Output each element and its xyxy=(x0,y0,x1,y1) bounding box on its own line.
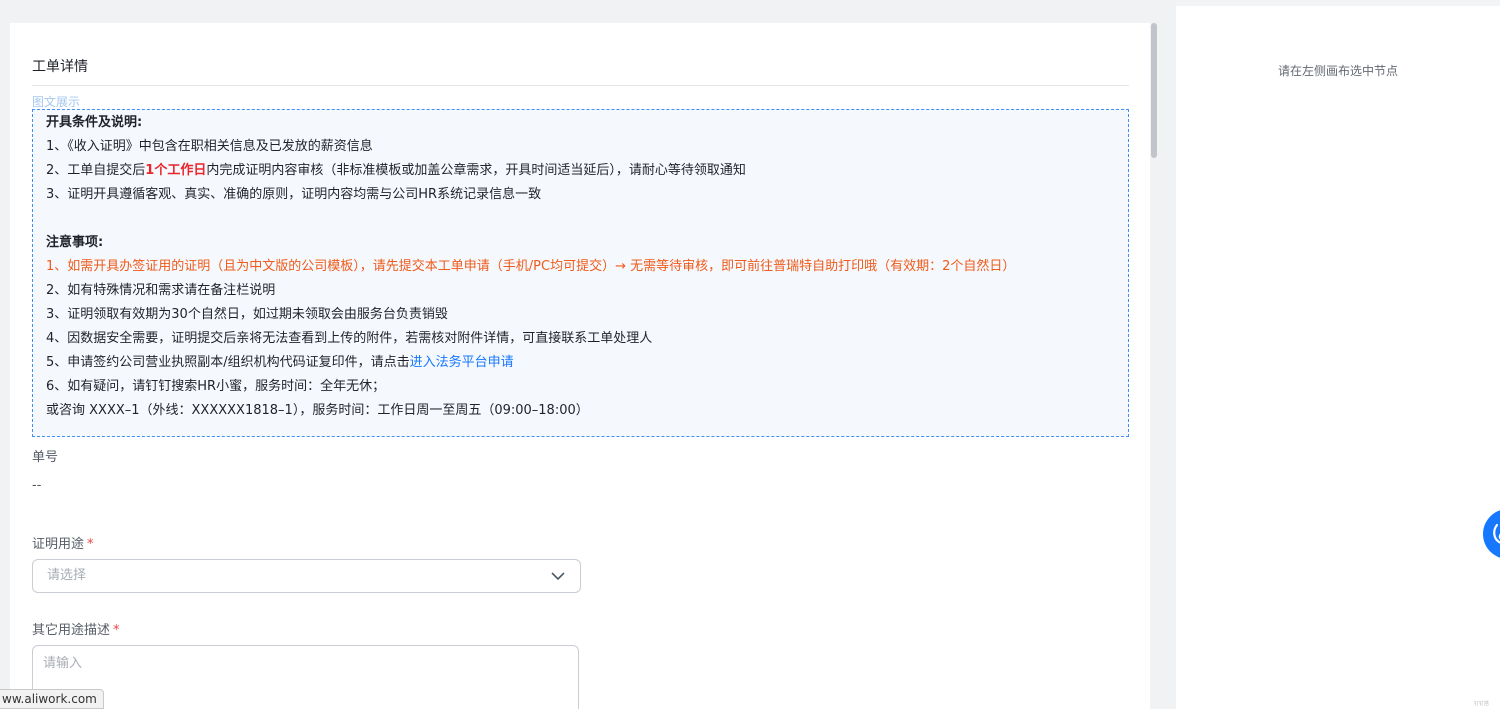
watermark-text: 钉钉搭 xyxy=(1474,701,1490,707)
note-item: 3、证明领取有效期为30个自然日，如过期未领取会由服务台负责销毁 xyxy=(46,307,448,322)
note-item: 6、如有疑问，请钉钉搜索HR小蜜，服务时间：全年无休； xyxy=(46,379,386,394)
condition-item: 1、《收入证明》中包含在职相关信息及已发放的薪资信息 xyxy=(46,139,373,154)
note-item-text: 5、申请签约公司营业执照副本/组织机构代码证复印件，请点击 xyxy=(46,355,410,370)
purpose-select[interactable]: 请选择 xyxy=(32,559,581,593)
condition-item-text: 2、工单自提交后 xyxy=(46,163,146,178)
chevron-down-icon xyxy=(551,572,565,581)
other-purpose-label-text: 其它用途描述 xyxy=(32,623,111,638)
rich-text-block[interactable]: 开具条件及说明: 1、《收入证明》中包含在职相关信息及已发放的薪资信息 2、工单… xyxy=(32,109,1129,437)
note-item: 5、申请签约公司营业执照副本/组织机构代码证复印件，请点击进入法务平台申请 xyxy=(46,351,1128,375)
order-no-label: 单号 xyxy=(32,450,59,465)
condition-item: 3、证明开具遵循客观、真实、准确的原则，证明内容均需与公司HR系统记录信息一致 xyxy=(46,187,542,202)
title-divider xyxy=(32,85,1129,86)
other-purpose-label: 其它用途描述 * xyxy=(32,619,120,638)
note-item-highlight: 1、如需开具办签证用的证明（且为中文版的公司模板），请先提交本工单申请（手机/P… xyxy=(46,259,1016,274)
condition-item: 2、工单自提交后1个工作日内完成证明内容审核（非标准模板或加盖公章需求，开具时间… xyxy=(46,159,1128,183)
form-title: 工单详情 xyxy=(32,59,88,75)
scrollbar-thumb[interactable] xyxy=(1151,23,1157,158)
note-item: 4、因数据安全需要，证明提交后亲将无法查看到上传的附件，若需核对附件详情，可直接… xyxy=(46,331,653,346)
assistant-icon xyxy=(1493,523,1500,544)
order-no-value: -- xyxy=(32,478,42,493)
purpose-select-placeholder: 请选择 xyxy=(47,568,87,583)
note-item: 或咨询 XXXX–1（外线：XXXXXX1818–1），服务时间：工作日周一至周… xyxy=(46,403,589,418)
required-mark: * xyxy=(113,623,120,638)
required-mark: * xyxy=(87,537,94,552)
status-bar-url: ww.aliwork.com xyxy=(0,689,104,709)
rich-text-label: 图文展示 xyxy=(32,95,81,109)
select-node-hint: 请在左侧画布选中节点 xyxy=(1277,64,1398,78)
section-title-conditions: 开具条件及说明: xyxy=(46,115,143,130)
canvas-area: 工单详情 图文展示 开具条件及说明: 1、《收入证明》中包含在职相关信息及已发放… xyxy=(0,0,1176,709)
other-purpose-textarea[interactable]: 请输入 xyxy=(32,645,579,709)
properties-panel: 请在左侧画布选中节点 xyxy=(1176,6,1500,709)
note-item: 2、如有特殊情况和需求请在备注栏说明 xyxy=(46,283,276,298)
highlight-text: 1个工作日 xyxy=(145,163,207,178)
purpose-label: 证明用途 * xyxy=(32,533,94,552)
section-title-notes: 注意事项: xyxy=(46,235,104,250)
legal-platform-link[interactable]: 进入法务平台申请 xyxy=(410,355,514,370)
form-card: 工单详情 图文展示 开具条件及说明: 1、《收入证明》中包含在职相关信息及已发放… xyxy=(10,23,1150,709)
other-purpose-placeholder: 请输入 xyxy=(43,656,83,671)
condition-item-text: 内完成证明内容审核（非标准模板或加盖公章需求，开具时间适当延后），请耐心等待领取… xyxy=(206,163,746,178)
purpose-label-text: 证明用途 xyxy=(32,537,85,552)
